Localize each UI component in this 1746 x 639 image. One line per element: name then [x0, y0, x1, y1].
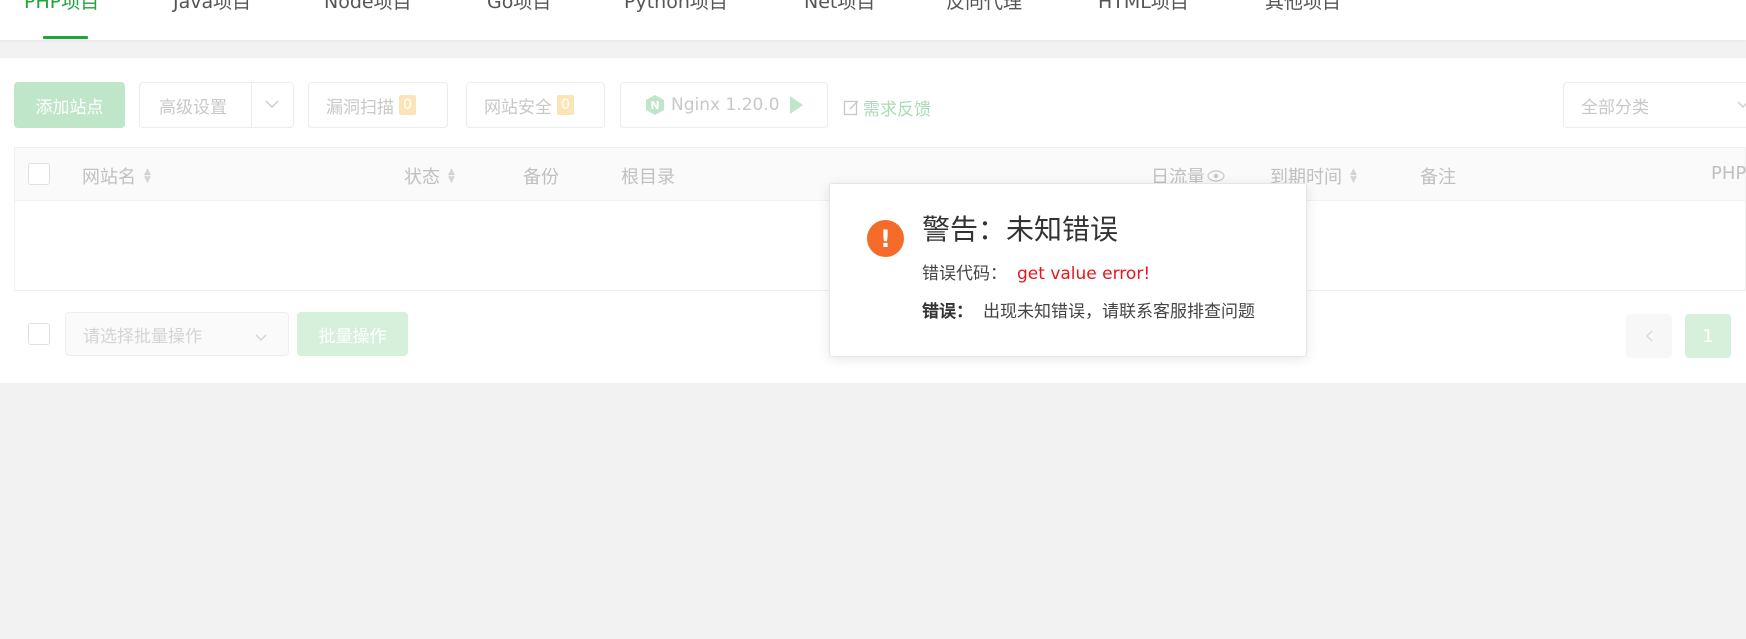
- site-security-label: 网站安全: [484, 97, 552, 118]
- svg-text:N: N: [650, 99, 659, 112]
- add-site-button[interactable]: 添加站点: [14, 82, 125, 128]
- eye-icon[interactable]: [1207, 170, 1225, 182]
- batch-operation-select[interactable]: 请选择批量操作: [65, 312, 289, 356]
- vuln-scan-label: 漏洞扫描: [326, 97, 394, 118]
- error-code-line: 错误代码： get value error!: [922, 259, 1150, 284]
- column-remark: 备注: [1420, 163, 1456, 189]
- column-label: 状态: [404, 167, 440, 188]
- category-select[interactable]: 全部分类: [1563, 82, 1746, 128]
- column-label: 备注: [1420, 167, 1456, 188]
- project-tabs: PHP项目 Java项目 Node项目 Go项目 Python项目 Net项目 …: [0, 0, 1746, 40]
- advanced-settings-dropdown[interactable]: 高级设置: [139, 82, 294, 128]
- chevron-down-icon: [1736, 95, 1746, 115]
- sort-icon: ▲ ▼: [1350, 167, 1357, 185]
- column-label: PHP: [1711, 163, 1746, 184]
- exclamation-icon: !: [867, 220, 904, 257]
- error-label: 错误：: [922, 302, 973, 322]
- tab-reverse-proxy[interactable]: 反向代理: [946, 0, 1022, 14]
- tab-java[interactable]: Java项目: [173, 0, 251, 14]
- column-status[interactable]: 状态 ▲ ▼: [404, 163, 455, 189]
- tab-html[interactable]: HTML项目: [1098, 0, 1189, 14]
- category-select-value: 全部分类: [1581, 97, 1649, 118]
- column-backup: 备份: [523, 163, 559, 189]
- column-label: 网站名: [82, 167, 136, 188]
- chevron-down-icon: [264, 98, 280, 112]
- sort-icon: ▲ ▼: [144, 167, 151, 185]
- add-site-label: 添加站点: [35, 97, 104, 118]
- prev-page-button[interactable]: [1626, 314, 1672, 358]
- play-icon[interactable]: [788, 95, 804, 115]
- column-site-name[interactable]: 网站名 ▲ ▼: [82, 163, 151, 189]
- dropdown-divider: [251, 83, 252, 127]
- select-all-checkbox[interactable]: [28, 163, 50, 185]
- tab-other[interactable]: 其他项目: [1265, 0, 1341, 14]
- tab-php[interactable]: PHP项目: [24, 0, 99, 14]
- vuln-scan-button[interactable]: 漏洞扫描 0: [308, 82, 448, 128]
- column-label: 根目录: [621, 167, 675, 188]
- site-security-count-badge: 0: [557, 95, 574, 115]
- column-label: 备份: [523, 167, 559, 188]
- column-php: PHP: [1711, 163, 1746, 184]
- column-root-dir: 根目录: [621, 163, 675, 189]
- sort-icon: ▲ ▼: [448, 167, 455, 185]
- vuln-scan-count-badge: 0: [399, 95, 416, 115]
- chevron-down-icon: [254, 328, 268, 348]
- nginx-logo-icon: N: [645, 94, 665, 116]
- error-code-label: 错误代码：: [922, 264, 1007, 284]
- nginx-service-button[interactable]: N Nginx 1.20.0: [620, 82, 828, 128]
- dialog-title: 警告：未知错误: [922, 213, 1119, 246]
- tab-python[interactable]: Python项目: [624, 0, 728, 14]
- error-code-value: get value error!: [1017, 264, 1151, 284]
- error-dialog: ! 警告：未知错误 错误代码： get value error! 错误： 出现未知错…: [829, 183, 1307, 357]
- nginx-version-label: Nginx 1.20.0: [671, 95, 780, 115]
- batch-operation-button[interactable]: 批量操作: [297, 312, 408, 356]
- feedback-label: 需求反馈: [863, 100, 931, 120]
- feedback-link[interactable]: 需求反馈: [843, 95, 931, 120]
- site-security-button[interactable]: 网站安全 0: [466, 82, 605, 128]
- tab-node[interactable]: Node项目: [324, 0, 412, 14]
- batch-operation-placeholder: 请选择批量操作: [83, 326, 202, 347]
- page-number-current[interactable]: 1: [1685, 314, 1731, 358]
- select-page-checkbox[interactable]: [28, 323, 50, 345]
- edit-icon: [843, 99, 860, 116]
- tab-go[interactable]: Go项目: [487, 0, 551, 14]
- error-message-text: 出现未知错误，请联系客服排查问题: [983, 302, 1255, 322]
- batch-operation-label: 批量操作: [318, 326, 387, 347]
- tab-net[interactable]: Net项目: [804, 0, 875, 14]
- chevron-left-icon: [1644, 329, 1654, 343]
- active-tab-indicator: [43, 36, 88, 39]
- error-message-line: 错误： 出现未知错误，请联系客服排查问题: [922, 297, 1255, 322]
- advanced-settings-label: 高级设置: [159, 97, 227, 118]
